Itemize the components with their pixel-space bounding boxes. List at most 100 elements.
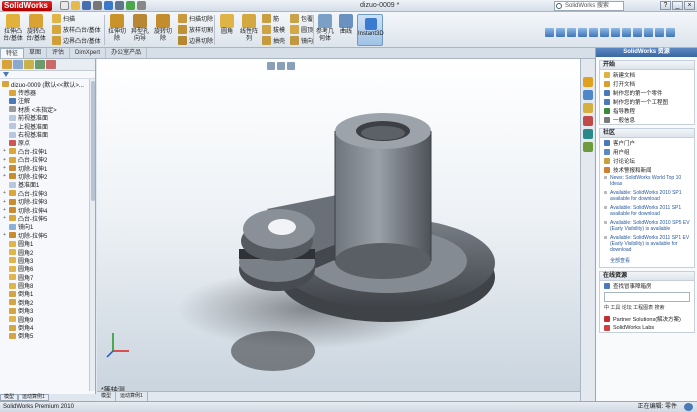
tab-model[interactable]: 模型 — [0, 394, 19, 401]
extruded-boss-button[interactable]: 拉伸凸台/基体 — [3, 14, 23, 43]
tree-item[interactable]: 材质 <未指定> — [2, 105, 95, 114]
save-icon[interactable] — [82, 1, 91, 10]
tree-scrollbar[interactable] — [89, 79, 95, 391]
view-orientation-icon[interactable] — [589, 28, 598, 37]
start-item[interactable]: 制作您的第一个零件 — [600, 88, 694, 97]
tree-root[interactable]: dizuo-0009 (默认<<默认>... — [2, 80, 95, 88]
tab-features[interactable]: 特征 — [0, 48, 25, 58]
expand-icon[interactable]: + — [2, 173, 7, 179]
tree-item[interactable]: 倒角2 — [2, 298, 95, 307]
open-file-icon[interactable] — [71, 1, 80, 10]
tree-item[interactable]: + 凸台-拉伸2 — [2, 156, 95, 164]
view-palette-tab-icon[interactable] — [583, 116, 593, 126]
display-style-icon[interactable] — [600, 28, 609, 37]
news-link[interactable]: Available: SolidWorks 2010 SP1 available… — [600, 189, 694, 204]
lofted-boss-button[interactable]: 放样凸台/基体 — [52, 25, 101, 34]
online-search-input[interactable] — [604, 292, 690, 302]
wrap-button[interactable]: 包覆 — [290, 14, 313, 23]
window-icon[interactable] — [666, 28, 675, 37]
online-item[interactable]: Partner Solutions(解决方案) — [600, 314, 694, 323]
expand-icon[interactable]: + — [2, 165, 7, 171]
tab-evaluate[interactable]: 评估 — [47, 48, 71, 58]
boundary-boss-button[interactable]: 边界凸台/基体 — [52, 36, 101, 45]
tree-item[interactable]: 原点 — [2, 139, 95, 147]
dimxpert-manager-icon[interactable] — [35, 60, 45, 69]
view-settings-icon[interactable] — [644, 28, 653, 37]
start-item[interactable]: 制作您的第一个工程图 — [600, 97, 694, 106]
tree-item[interactable]: + 切除-拉伸5 — [2, 231, 95, 239]
part-model[interactable] — [97, 59, 580, 389]
tree-item[interactable]: 倒角4 — [2, 323, 95, 332]
tree-item[interactable]: 前视基准面 — [2, 114, 95, 122]
tree-item[interactable]: 右视基准面 — [2, 130, 95, 139]
start-item[interactable]: 一般信息 — [600, 115, 694, 124]
boundary-cut-button[interactable]: 边界切除 — [178, 36, 213, 45]
fillet-button[interactable]: 圆角 — [217, 14, 237, 36]
start-item[interactable]: 新建文档 — [600, 70, 694, 79]
section-view-icon[interactable] — [578, 28, 587, 37]
close-button[interactable]: × — [684, 1, 695, 10]
tree-item[interactable]: + 凸台-拉伸5 — [2, 214, 95, 223]
tab-dimxpert[interactable]: DimXpert — [70, 48, 107, 58]
feature-tree-icon[interactable] — [2, 60, 12, 69]
help-icon[interactable] — [684, 403, 693, 411]
file-explorer-tab-icon[interactable] — [583, 103, 593, 113]
reference-geometry-button[interactable]: 参考几何体 — [315, 14, 335, 43]
custom-properties-tab-icon[interactable] — [583, 142, 593, 152]
tree-item[interactable]: 圆角9 — [2, 315, 95, 323]
edit-appearance-icon[interactable] — [622, 28, 631, 37]
online-item[interactable]: SolidWorks Labs — [600, 323, 694, 332]
instant3d-button[interactable]: Instant3D — [357, 14, 384, 46]
swept-boss-button[interactable]: 扫描 — [52, 14, 75, 23]
design-library-tab-icon[interactable] — [583, 90, 593, 100]
lofted-cut-button[interactable]: 放样切割 — [178, 25, 213, 34]
draft-button[interactable]: 拔模 — [262, 25, 285, 34]
minimize-button[interactable]: _ — [672, 1, 683, 10]
hide-show-icon[interactable] — [611, 28, 620, 37]
tree-item[interactable]: 圆角2 — [2, 248, 95, 256]
expand-icon[interactable]: + — [2, 157, 7, 163]
tab-sketch[interactable]: 草图 — [24, 48, 48, 58]
tree-item[interactable]: 传感器 — [2, 88, 95, 97]
news-link[interactable]: Available: SolidWorks 2011 SP1 EV (Early… — [600, 234, 694, 255]
mirror-button[interactable]: 镜向 — [290, 36, 313, 45]
tree-item[interactable]: + 切除-拉伸2 — [2, 172, 95, 181]
viewport-tab-model[interactable]: 模型 — [97, 392, 117, 401]
tree-item[interactable]: 圆角6 — [2, 265, 95, 273]
tree-item[interactable]: 圆角3 — [2, 256, 95, 265]
view-all-link[interactable]: 全部查看 — [600, 255, 694, 267]
rib-button[interactable]: 筋 — [262, 14, 279, 23]
expand-icon[interactable]: + — [2, 148, 7, 154]
tree-item[interactable]: 倒角5 — [2, 332, 95, 340]
tab-office-products[interactable]: 办公室产品 — [106, 48, 148, 58]
tree-item[interactable]: 圆角8 — [2, 281, 95, 290]
tree-item[interactable]: 圆角7 — [2, 273, 95, 281]
linear-pattern-button[interactable]: 线性阵列 — [239, 14, 259, 43]
new-file-icon[interactable] — [60, 1, 69, 10]
tree-item[interactable]: 镜向1 — [2, 223, 95, 231]
previous-view-icon[interactable] — [567, 28, 576, 37]
curves-button[interactable]: 曲线 — [336, 14, 356, 36]
print-icon[interactable] — [93, 1, 102, 10]
tree-item[interactable]: + 切除-拉伸1 — [2, 164, 95, 172]
news-link[interactable]: Available: SolidWorks 2010 SP5 EV (Early… — [600, 219, 694, 234]
tree-item[interactable]: + 切除-拉伸3 — [2, 197, 95, 206]
zoom-area-icon[interactable] — [556, 28, 565, 37]
tree-item[interactable]: + 切除-拉伸4 — [2, 206, 95, 214]
tree-item[interactable]: + 凸台-拉伸3 — [2, 189, 95, 197]
expand-icon[interactable]: + — [2, 190, 7, 196]
tree-item[interactable]: 圆角1 — [2, 239, 95, 248]
expand-icon[interactable]: + — [2, 232, 7, 238]
extruded-cut-button[interactable]: 拉伸切除 — [107, 14, 127, 43]
display-manager-icon[interactable] — [46, 60, 56, 69]
search-links[interactable]: 中 工具 论坛 工程图表 搜索 — [600, 304, 694, 314]
tree-filter[interactable] — [0, 71, 95, 79]
community-item[interactable]: 用户组 — [600, 147, 694, 156]
viewport-tab-motion[interactable]: 运动算例1 — [116, 392, 148, 401]
dome-button[interactable]: 圆顶 — [290, 25, 313, 34]
community-item[interactable]: 技术警报和新闻 — [600, 165, 694, 174]
expand-icon[interactable]: + — [2, 207, 7, 213]
zoom-fit-icon[interactable] — [545, 28, 554, 37]
tree-item[interactable]: 倒角3 — [2, 307, 95, 315]
configuration-manager-icon[interactable] — [24, 60, 34, 69]
